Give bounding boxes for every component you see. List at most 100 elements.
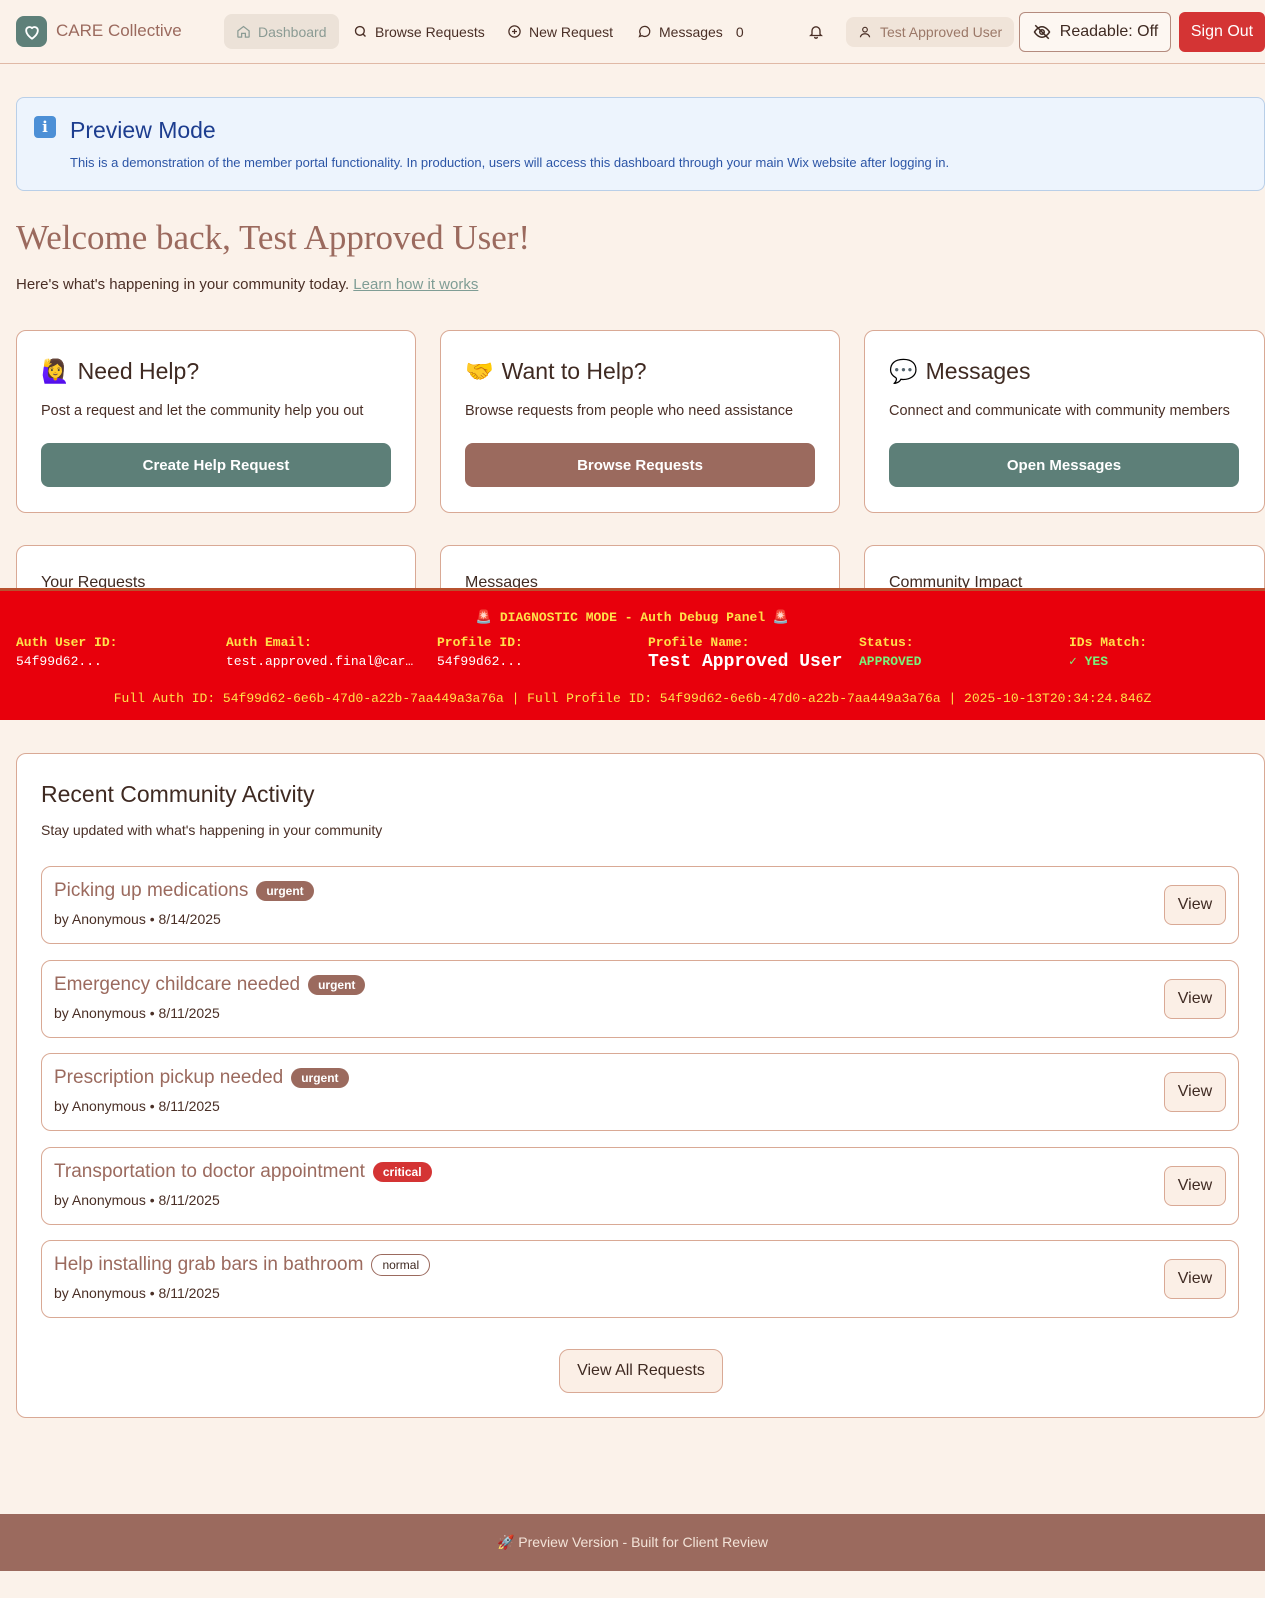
list-item: Prescription pickup needed urgent by Ano… bbox=[41, 1053, 1239, 1131]
list-item: Transportation to doctor appointment cri… bbox=[41, 1147, 1239, 1225]
request-title[interactable]: Help installing grab bars in bathroom no… bbox=[54, 1254, 431, 1276]
speech-bubble-icon: 💬 bbox=[889, 358, 918, 384]
activity-title: Recent Community Activity bbox=[41, 781, 315, 807]
welcome-subtitle: Here's what's happening in your communit… bbox=[16, 276, 478, 293]
messages-card: 💬 Messages Connect and communicate with … bbox=[864, 330, 1265, 513]
view-request-button[interactable]: View bbox=[1164, 979, 1226, 1019]
request-title[interactable]: Prescription pickup needed urgent bbox=[54, 1067, 349, 1089]
debug-value: 54f99d62... bbox=[437, 654, 523, 669]
handshake-icon: 🤝 bbox=[465, 358, 494, 384]
message-count-badge: 0 bbox=[735, 23, 744, 40]
debug-profile-name: Profile Name: Test Approved User bbox=[648, 635, 853, 672]
nav-new-request-label: New Request bbox=[529, 23, 614, 40]
request-title-text: Picking up medications bbox=[54, 880, 249, 901]
request-title-text: Emergency childcare needed bbox=[54, 974, 301, 995]
footer: 🚀 Preview Version - Built for Client Rev… bbox=[0, 1514, 1265, 1571]
readable-toggle-button[interactable]: Readable: Off bbox=[1019, 12, 1171, 52]
top-navigation: CARE Collective Dashboard Browse Request… bbox=[0, 0, 1265, 64]
nav-dashboard-label: Dashboard bbox=[258, 23, 327, 40]
page-title: Welcome back, Test Approved User! bbox=[16, 218, 531, 257]
debug-label: Auth User ID: bbox=[16, 635, 118, 650]
request-meta: by Anonymous • 8/14/2025 bbox=[54, 911, 221, 927]
learn-how-link[interactable]: Learn how it works bbox=[353, 276, 478, 293]
debug-label: Auth Email: bbox=[226, 635, 312, 650]
nav-new-request[interactable]: New Request bbox=[495, 14, 625, 49]
nav-messages[interactable]: Messages 0 bbox=[625, 14, 756, 49]
request-meta: by Anonymous • 8/11/2025 bbox=[54, 1192, 220, 1208]
open-messages-button[interactable]: Open Messages bbox=[889, 443, 1239, 487]
view-all-requests-button[interactable]: View All Requests bbox=[559, 1349, 723, 1393]
request-meta: by Anonymous • 8/11/2025 bbox=[54, 1285, 220, 1301]
preview-title: Preview Mode bbox=[70, 117, 216, 143]
list-item: Help installing grab bars in bathroom no… bbox=[41, 1240, 1239, 1318]
request-title-text: Help installing grab bars in bathroom bbox=[54, 1254, 364, 1275]
priority-badge: urgent bbox=[291, 1068, 349, 1088]
messages-description: Connect and communicate with community m… bbox=[889, 403, 1230, 419]
view-request-button[interactable]: View bbox=[1164, 1166, 1226, 1206]
recent-activity-section: Recent Community Activity Stay updated w… bbox=[16, 753, 1265, 1418]
debug-value: Test Approved User bbox=[648, 652, 843, 672]
home-icon bbox=[237, 25, 250, 38]
info-icon: i bbox=[34, 116, 56, 138]
want-to-help-title-text: Want to Help? bbox=[501, 358, 647, 384]
eye-off-icon bbox=[1033, 24, 1051, 40]
request-title[interactable]: Transportation to doctor appointment cri… bbox=[54, 1161, 432, 1183]
debug-label: IDs Match: bbox=[1069, 635, 1148, 650]
priority-badge: critical bbox=[372, 1162, 432, 1182]
debug-value: test.approved.final@car… bbox=[226, 654, 414, 669]
nav-browse-requests-label: Browse Requests bbox=[375, 23, 485, 40]
sign-out-button[interactable]: Sign Out bbox=[1179, 12, 1265, 52]
bell-icon[interactable] bbox=[808, 23, 824, 45]
view-request-button[interactable]: View bbox=[1164, 885, 1226, 925]
debug-value: 54f99d62... bbox=[16, 654, 102, 669]
debug-ids-match: IDs Match: ✓ YES bbox=[1069, 635, 1265, 669]
search-icon bbox=[354, 25, 366, 37]
brand-name[interactable]: CARE Collective bbox=[56, 21, 182, 41]
request-title[interactable]: Picking up medications urgent bbox=[54, 880, 314, 902]
priority-badge: urgent bbox=[308, 975, 366, 995]
nav-browse-requests[interactable]: Browse Requests bbox=[341, 14, 497, 49]
request-title-text: Prescription pickup needed bbox=[54, 1067, 284, 1088]
need-help-card: 🙋‍♀️ Need Help? Post a request and let t… bbox=[16, 330, 416, 513]
debug-label: Profile ID: bbox=[437, 635, 523, 650]
priority-badge: normal bbox=[371, 1254, 431, 1276]
request-title[interactable]: Emergency childcare needed urgent bbox=[54, 974, 366, 996]
debug-profile-id: Profile ID: 54f99d62... bbox=[437, 635, 633, 669]
create-help-request-button[interactable]: Create Help Request bbox=[41, 443, 391, 487]
debug-label: Profile Name: bbox=[648, 635, 750, 650]
need-help-description: Post a request and let the community hel… bbox=[41, 403, 364, 419]
list-item: Emergency childcare needed urgent by Ano… bbox=[41, 960, 1239, 1038]
heart-logo-icon[interactable] bbox=[16, 16, 47, 47]
raising-hand-icon: 🙋‍♀️ bbox=[41, 358, 70, 384]
readable-toggle-label: Readable: Off bbox=[1059, 23, 1159, 40]
debug-auth-user-id: Auth User ID: 54f99d62... bbox=[16, 635, 212, 669]
want-to-help-description: Browse requests from people who need ass… bbox=[465, 403, 794, 419]
messages-title-text: Messages bbox=[925, 358, 1031, 384]
browse-requests-button[interactable]: Browse Requests bbox=[465, 443, 815, 487]
debug-title: 🚨 DIAGNOSTIC MODE - Auth Debug Panel 🚨 bbox=[475, 610, 790, 625]
user-name: Test Approved User bbox=[880, 24, 1003, 40]
debug-status: Status: APPROVED bbox=[859, 635, 1055, 669]
priority-badge: urgent bbox=[256, 881, 314, 901]
plus-circle-icon bbox=[508, 25, 521, 38]
request-meta: by Anonymous • 8/11/2025 bbox=[54, 1098, 220, 1114]
want-to-help-title: 🤝 Want to Help? bbox=[465, 358, 647, 385]
welcome-subtitle-text: Here's what's happening in your communit… bbox=[16, 276, 350, 293]
need-help-title-text: Need Help? bbox=[77, 358, 200, 384]
preview-mode-banner: i Preview Mode This is a demonstration o… bbox=[16, 97, 1265, 191]
view-request-button[interactable]: View bbox=[1164, 1259, 1226, 1299]
want-to-help-card: 🤝 Want to Help? Browse requests from peo… bbox=[440, 330, 840, 513]
list-item: Picking up medications urgent by Anonymo… bbox=[41, 866, 1239, 944]
nav-messages-label: Messages bbox=[659, 23, 723, 40]
debug-ids-match-value: ✓ YES bbox=[1069, 654, 1109, 669]
debug-status-value: APPROVED bbox=[859, 654, 922, 669]
message-icon bbox=[638, 25, 651, 38]
nav-dashboard[interactable]: Dashboard bbox=[224, 14, 339, 49]
need-help-title: 🙋‍♀️ Need Help? bbox=[41, 358, 199, 385]
debug-footer: Full Auth ID: 54f99d62-6e6b-47d0-a22b-7a… bbox=[113, 691, 1152, 706]
user-profile-button[interactable]: Test Approved User bbox=[846, 17, 1015, 47]
messages-title: 💬 Messages bbox=[889, 358, 1030, 385]
user-icon bbox=[859, 26, 871, 38]
view-request-button[interactable]: View bbox=[1164, 1072, 1226, 1112]
debug-label: Status: bbox=[859, 635, 914, 650]
